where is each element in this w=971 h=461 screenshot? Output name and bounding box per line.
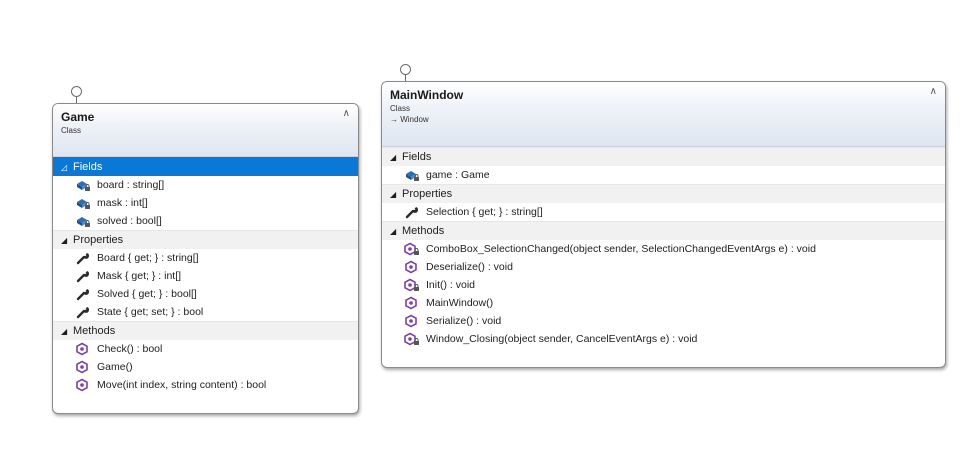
section-title: Fields [73, 161, 103, 173]
member-signature: ComboBox_SelectionChanged(object sender,… [426, 243, 816, 255]
class-kind: Class [61, 126, 82, 135]
expand-triangle-icon[interactable]: ◢ [390, 185, 402, 204]
class-body: ◿ Fields board : string[] mask : int[] solve… [53, 157, 358, 394]
section-title: Properties [402, 188, 453, 200]
member-row[interactable]: MainWindow() [382, 294, 945, 312]
section-header-fields[interactable]: ◿ Fields [53, 157, 358, 176]
member-signature: Solved { get; } : bool[] [97, 288, 197, 300]
property-wrench-icon [75, 287, 91, 301]
private-field-icon [75, 214, 91, 228]
property-wrench-icon [75, 305, 91, 319]
member-row[interactable]: mask : int[] [53, 194, 358, 212]
expand-triangle-icon[interactable]: ◢ [61, 231, 73, 250]
member-row[interactable]: Mask { get; } : int[] [53, 267, 358, 285]
class-base-type: → Window [390, 115, 429, 124]
member-signature: Init() : void [426, 279, 476, 291]
private-field-icon [404, 168, 420, 182]
class-kind: Class [390, 104, 411, 113]
section-header-properties[interactable]: ◢ Properties [53, 230, 358, 249]
private-method-icon [404, 242, 420, 256]
expand-triangle-icon[interactable]: ◢ [390, 222, 402, 241]
section-header-properties[interactable]: ◢ Properties [382, 184, 945, 203]
section-title: Properties [73, 234, 124, 246]
expand-triangle-icon[interactable]: ◢ [61, 322, 73, 341]
member-row[interactable]: Game() [53, 358, 358, 376]
member-signature: Mask { get; } : int[] [97, 270, 182, 282]
private-field-icon [75, 178, 91, 192]
section-header-methods[interactable]: ◢ Methods [382, 221, 945, 240]
class-shape-game[interactable]: Game Class ∧ ◿ Fields board : string[] mask… [52, 103, 359, 414]
member-signature: Window_Closing(object sender, CancelEven… [426, 333, 698, 345]
member-signature: State { get; set; } : bool [97, 306, 204, 318]
public-method-icon [75, 360, 91, 374]
member-signature: MainWindow() [426, 297, 494, 309]
collapse-chevron-icon[interactable]: ∧ [343, 109, 350, 119]
section-title: Fields [402, 151, 432, 163]
expand-triangle-icon[interactable]: ◿ [61, 158, 73, 177]
section-title: Methods [73, 325, 116, 337]
section-header-methods[interactable]: ◢ Methods [53, 321, 358, 340]
class-name: Game [61, 110, 95, 124]
member-signature: Move(int index, string content) : bool [97, 379, 267, 391]
public-method-icon [75, 378, 91, 392]
member-row[interactable]: board : string[] [53, 176, 358, 194]
member-row[interactable]: Deserialize() : void [382, 258, 945, 276]
member-signature: Selection { get; } : string[] [426, 206, 543, 218]
member-row[interactable]: Init() : void [382, 276, 945, 294]
member-signature: game : Game [426, 169, 490, 181]
member-signature: Serialize() : void [426, 315, 502, 327]
property-wrench-icon [75, 269, 91, 283]
member-signature: Check() : bool [97, 343, 163, 355]
section-header-fields[interactable]: ◢ Fields [382, 147, 945, 166]
member-signature: Board { get; } : string[] [97, 252, 199, 264]
expand-triangle-icon[interactable]: ◢ [390, 148, 402, 167]
property-wrench-icon [75, 251, 91, 265]
member-signature: solved : bool[] [97, 215, 162, 227]
class-header[interactable]: MainWindow Class → Window ∧ [382, 82, 945, 147]
member-row[interactable]: Selection { get; } : string[] [382, 203, 945, 221]
member-row[interactable]: State { get; set; } : bool [53, 303, 358, 321]
member-row[interactable]: Move(int index, string content) : bool [53, 376, 358, 394]
class-body: ◢ Fields game : Game ◢ Properties Selection {… [382, 147, 945, 348]
private-field-icon [75, 196, 91, 210]
class-name: MainWindow [390, 88, 464, 102]
member-signature: board : string[] [97, 179, 165, 191]
member-signature: mask : int[] [97, 197, 148, 209]
public-method-icon [75, 342, 91, 356]
public-method-icon [404, 296, 420, 310]
member-row[interactable]: Serialize() : void [382, 312, 945, 330]
private-method-icon [404, 278, 420, 292]
member-row[interactable]: solved : bool[] [53, 212, 358, 230]
public-method-icon [404, 314, 420, 328]
class-shape-mainwindow[interactable]: MainWindow Class → Window ∧ ◢ Fields game … [381, 81, 946, 368]
collapse-chevron-icon[interactable]: ∧ [930, 87, 937, 97]
member-row[interactable]: ComboBox_SelectionChanged(object sender,… [382, 240, 945, 258]
member-signature: Game() [97, 361, 133, 373]
private-method-icon [404, 332, 420, 346]
class-header[interactable]: Game Class ∧ [53, 104, 358, 157]
public-method-icon [404, 260, 420, 274]
section-title: Methods [402, 225, 445, 237]
member-row[interactable]: Window_Closing(object sender, CancelEven… [382, 330, 945, 348]
member-row[interactable]: Board { get; } : string[] [53, 249, 358, 267]
member-row[interactable]: game : Game [382, 166, 945, 184]
member-row[interactable]: Solved { get; } : bool[] [53, 285, 358, 303]
member-signature: Deserialize() : void [426, 261, 513, 273]
property-wrench-icon [404, 205, 420, 219]
member-row[interactable]: Check() : bool [53, 340, 358, 358]
